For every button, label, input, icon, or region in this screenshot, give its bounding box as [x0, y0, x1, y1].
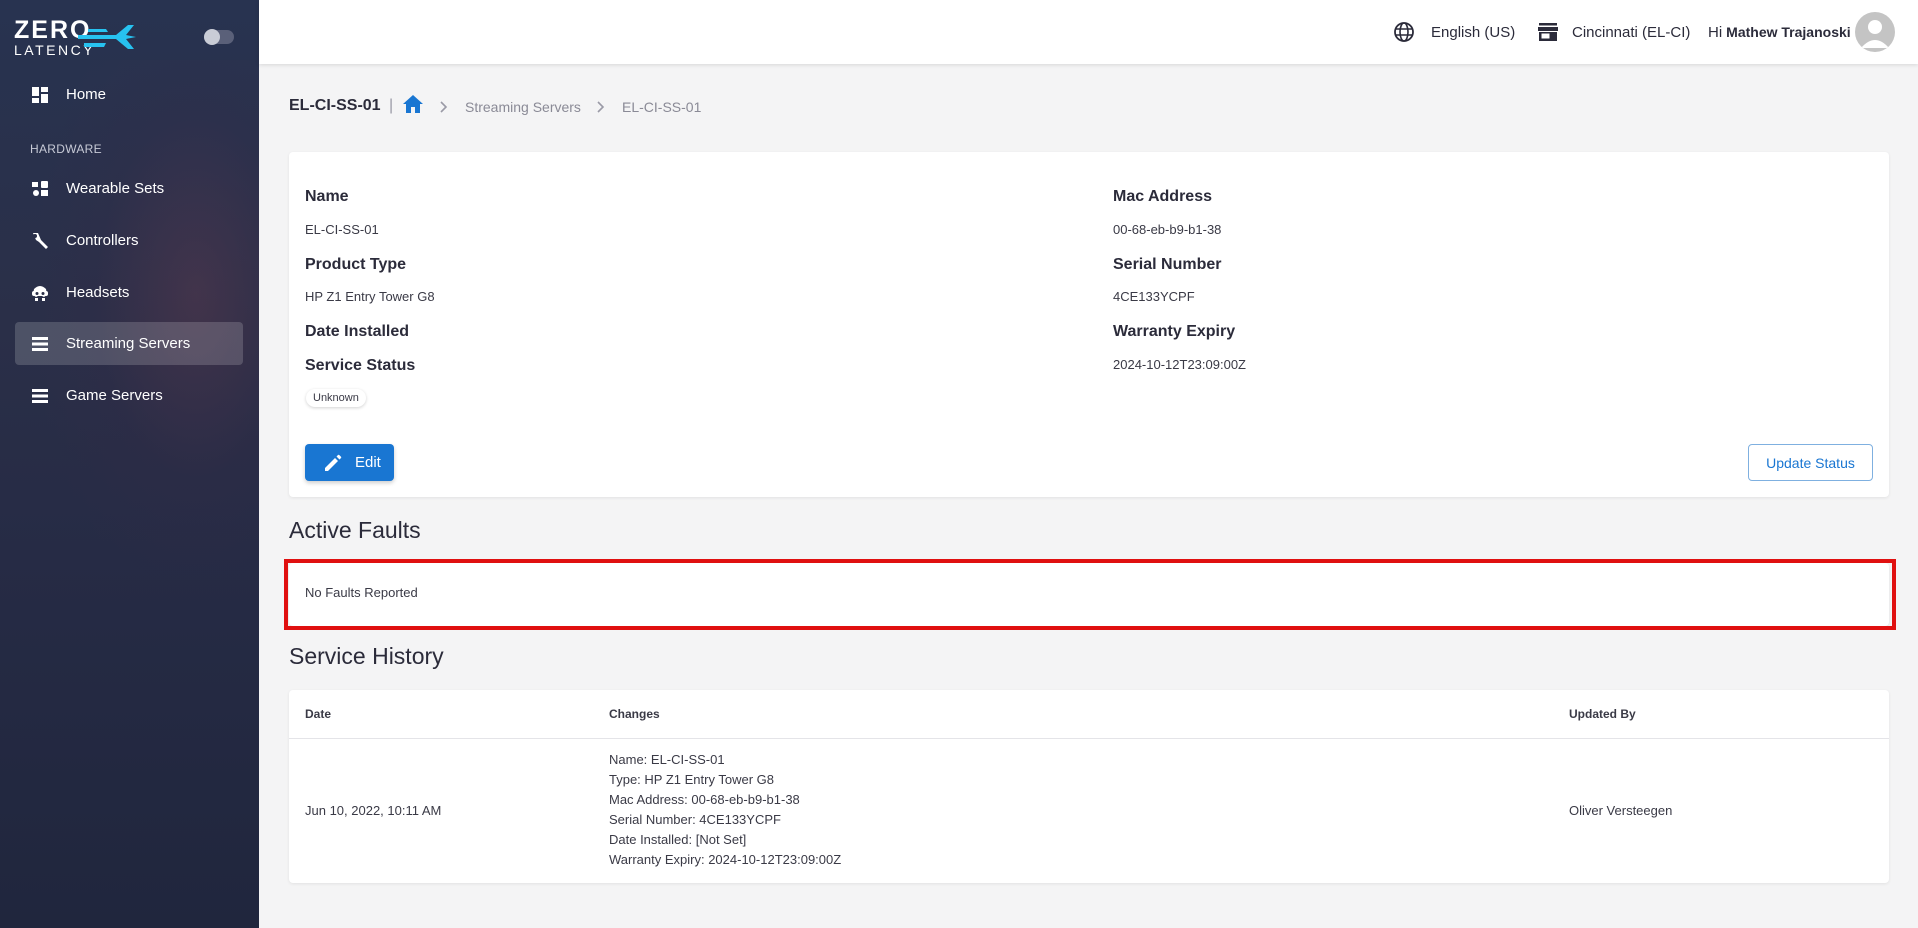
- sidebar-background-art: [40, 60, 259, 580]
- user-name: Mathew Trajanoski: [1726, 24, 1851, 40]
- mac-address-value: 00-68-eb-b9-b1-38: [1113, 222, 1222, 237]
- home-icon[interactable]: [403, 95, 423, 113]
- row-changes: Name: EL-CI-SS-01 Type: HP Z1 Entry Towe…: [609, 750, 841, 870]
- highlight-box: [284, 559, 1896, 630]
- language-label: English (US): [1431, 23, 1516, 41]
- user-icon: [1861, 20, 1889, 48]
- sidebar-item-headsets[interactable]: Headsets: [15, 271, 243, 314]
- column-header-updated-by: Updated By: [1569, 707, 1636, 721]
- sidebar-item-home[interactable]: Home: [15, 73, 243, 116]
- page-title: EL-CI-SS-01: [289, 97, 381, 114]
- product-type-value: HP Z1 Entry Tower G8: [305, 289, 435, 304]
- active-faults-title: Active Faults: [289, 517, 421, 543]
- breadcrumb-current: EL-CI-SS-01: [622, 99, 702, 115]
- globe-icon: [1394, 22, 1414, 42]
- change-line: Serial Number: 4CE133YCPF: [609, 812, 781, 827]
- warranty-expiry-value: 2024-10-12T23:09:00Z: [1113, 357, 1246, 372]
- wearable-set-icon: [30, 179, 50, 199]
- sidebar: ZERO LATENCY Home HARDWARE Wearable Sets…: [0, 0, 259, 928]
- controller-icon: [30, 231, 50, 251]
- row-date: Jun 10, 2022, 10:11 AM: [305, 803, 442, 818]
- mac-address-label: Mac Address: [1113, 188, 1212, 205]
- edit-button[interactable]: Edit: [305, 444, 394, 481]
- dashboard-icon: [30, 85, 50, 105]
- greeting-text: Hi: [1708, 23, 1723, 41]
- sidebar-item-label: Game Servers: [66, 387, 163, 404]
- sidebar-section-hardware: HARDWARE: [30, 142, 102, 156]
- breadcrumb-separator: |: [389, 97, 394, 114]
- sidebar-item-game-servers[interactable]: Game Servers: [15, 374, 243, 417]
- name-label: Name: [305, 188, 349, 205]
- toggle-knob: [204, 29, 220, 45]
- sidebar-item-streaming-servers[interactable]: Streaming Servers: [15, 322, 243, 365]
- location-label: Cincinnati (EL-CI): [1572, 23, 1691, 41]
- service-history-table: [289, 690, 1889, 883]
- airplane-icon: [78, 25, 136, 49]
- chevron-right-icon: [597, 101, 605, 113]
- date-installed-label: Date Installed: [305, 323, 410, 340]
- theme-toggle[interactable]: [204, 29, 234, 45]
- sidebar-item-label: Streaming Servers: [66, 335, 191, 352]
- store-icon: [1538, 23, 1558, 41]
- sidebar-item-label: Headsets: [66, 284, 130, 301]
- sidebar-item-label: Wearable Sets: [66, 180, 165, 197]
- name-value: EL-CI-SS-01: [305, 222, 379, 237]
- service-status-label: Service Status: [305, 357, 416, 374]
- change-line: Warranty Expiry: 2024-10-12T23:09:00Z: [609, 852, 842, 867]
- pencil-icon: [325, 454, 342, 471]
- brand-logo[interactable]: ZERO LATENCY: [14, 18, 139, 58]
- status-badge: Unknown: [306, 389, 366, 407]
- details-card: [289, 152, 1889, 497]
- change-line: Type: HP Z1 Entry Tower G8: [609, 772, 774, 787]
- chevron-right-icon: [440, 101, 448, 113]
- change-line: Name: EL-CI-SS-01: [609, 752, 725, 767]
- warranty-expiry-label: Warranty Expiry: [1113, 323, 1236, 340]
- top-bar: English (US) Cincinnati (EL-CI) Hi Mathe…: [259, 0, 1918, 64]
- table-divider: [289, 738, 1889, 739]
- server-icon: [30, 386, 50, 406]
- location-selector[interactable]: Cincinnati (EL-CI): [1538, 0, 1690, 64]
- service-history-title: Service History: [289, 643, 444, 669]
- column-header-changes: Changes: [609, 707, 660, 721]
- change-line: Mac Address: 00-68-eb-b9-b1-38: [609, 792, 800, 807]
- edit-label: Edit: [355, 454, 381, 471]
- serial-number-value: 4CE133YCPF: [1113, 289, 1195, 304]
- sidebar-item-label: Controllers: [66, 232, 139, 249]
- user-greeting: Hi Mathew Trajanoski: [1708, 0, 1851, 64]
- row-updated-by: Oliver Versteegen: [1569, 803, 1673, 818]
- column-header-date: Date: [305, 707, 332, 721]
- sidebar-item-wearable-sets[interactable]: Wearable Sets: [15, 167, 243, 210]
- product-type-label: Product Type: [305, 256, 407, 273]
- avatar[interactable]: [1855, 12, 1895, 52]
- headset-icon: [30, 283, 50, 303]
- serial-number-label: Serial Number: [1113, 256, 1222, 273]
- sidebar-item-label: Home: [66, 86, 107, 103]
- language-selector[interactable]: English (US): [1393, 0, 1515, 64]
- change-line: Date Installed: [Not Set]: [609, 832, 747, 847]
- update-status-button[interactable]: Update Status: [1748, 444, 1873, 481]
- sidebar-item-controllers[interactable]: Controllers: [15, 219, 243, 262]
- server-icon: [30, 334, 50, 354]
- breadcrumb-streaming-servers[interactable]: Streaming Servers: [465, 99, 581, 115]
